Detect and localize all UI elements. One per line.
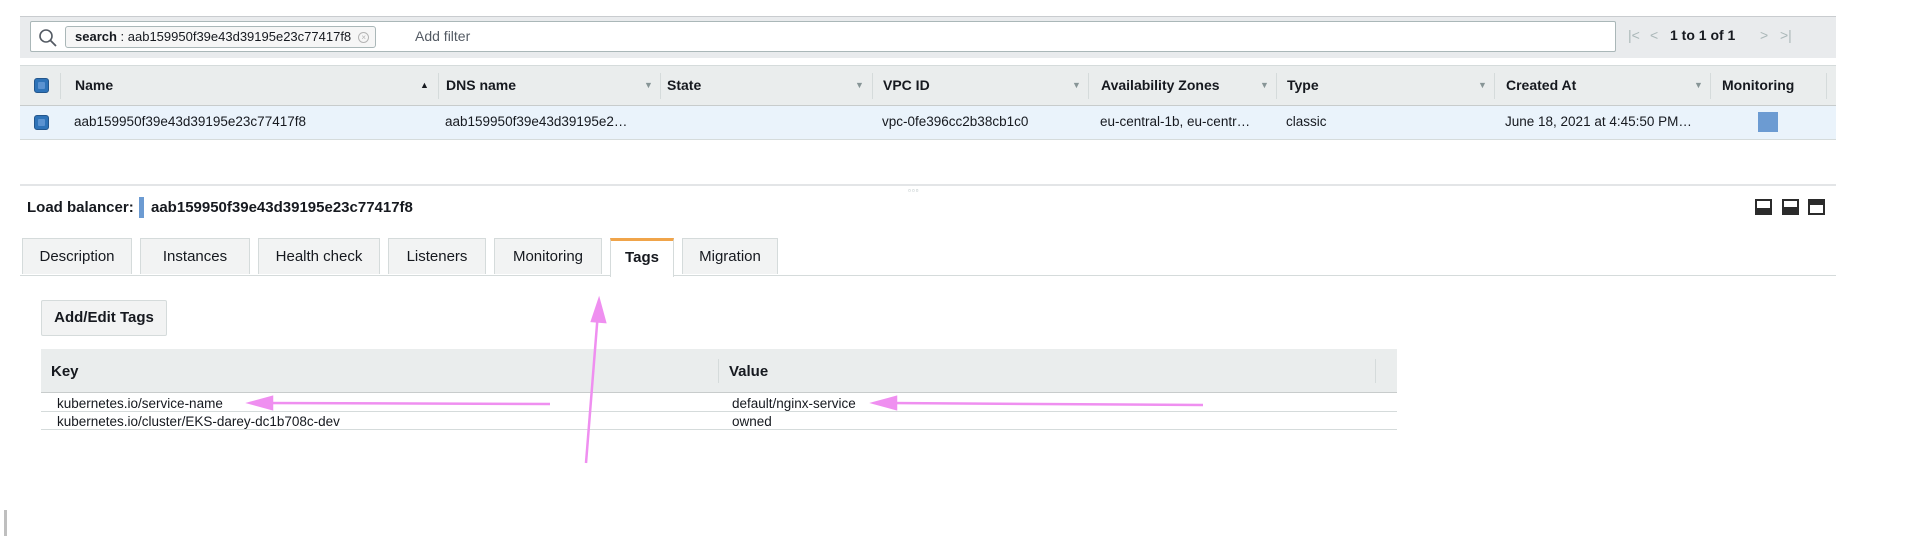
load-balancer-name: aab159950f39e43d39195e23c77417f8 [151,199,413,216]
table-row: kubernetes.io/cluster/EKS-darey-dc1b708c… [41,413,1397,430]
column-header-vpc-id[interactable]: VPC ID [883,77,930,93]
add-filter-placeholder[interactable]: Add filter [415,28,470,44]
scroll-indicator[interactable] [4,510,7,536]
cell-availability-zones: eu-central-1b, eu-centr… [1100,114,1251,129]
column-header-state[interactable]: State [667,77,701,93]
arrow-head [590,295,607,324]
cell-dns-name: aab159950f39e43d39195e2… [445,114,628,129]
pagination: |< < 1 to 1 of 1 > >| [1628,24,1828,50]
tags-table-header: Key Value [41,349,1397,393]
sort-ascending-icon[interactable]: ▲ [420,80,429,90]
column-separator [660,73,661,99]
tab-listeners[interactable]: Listeners [388,238,486,274]
tag-key: kubernetes.io/cluster/EKS-darey-dc1b708c… [57,414,340,429]
sort-icon[interactable]: ▼ [1478,80,1487,90]
first-page-icon[interactable]: |< [1628,27,1640,43]
column-separator [1710,73,1711,99]
column-separator [872,73,873,99]
table-row: kubernetes.io/service-name default/nginx… [41,395,1397,412]
row-checkbox[interactable] [34,115,49,130]
sort-icon[interactable]: ▼ [1260,80,1269,90]
previous-page-icon[interactable]: < [1650,27,1658,43]
tab-monitoring[interactable]: Monitoring [494,238,602,274]
sort-icon[interactable]: ▼ [1072,80,1081,90]
search-filter-token[interactable]: search : aab159950f39e43d39195e23c77417f… [65,26,377,48]
column-separator [718,359,719,383]
tab-instances[interactable]: Instances [140,238,250,274]
tab-description[interactable]: Description [22,238,132,274]
column-header-value[interactable]: Value [729,363,768,380]
close-icon[interactable]: × [358,32,370,43]
search-token-key: search [75,29,117,44]
tag-key: kubernetes.io/service-name [57,396,223,411]
sort-icon[interactable]: ▼ [644,80,653,90]
pagination-text: 1 to 1 of 1 [1670,27,1736,43]
column-separator [60,73,61,99]
column-header-key[interactable]: Key [51,363,79,380]
column-header-type[interactable]: Type [1287,77,1319,93]
cell-vpc-id: vpc-0fe396cc2b38cb1c0 [882,114,1029,129]
monitoring-graph-icon[interactable] [1758,112,1778,132]
sort-icon[interactable]: ▼ [855,80,864,90]
next-page-icon[interactable]: > [1760,27,1768,43]
drag-handle-icon[interactable]: ▫▫▫ [908,186,920,195]
pane-splitter[interactable] [20,184,1836,186]
left-edge [0,0,8,536]
column-separator [1494,73,1495,99]
column-header-created-at[interactable]: Created At [1506,77,1576,93]
search-input[interactable]: search : aab159950f39e43d39195e23c77417f… [30,21,1616,52]
tab-migration[interactable]: Migration [682,238,778,274]
search-icon [39,29,57,47]
load-balancer-label: Load balancer: [27,199,134,216]
layout-bottom-icon[interactable] [1755,199,1772,215]
sort-icon[interactable]: ▼ [1694,80,1703,90]
tag-value: default/nginx-service [732,396,856,411]
layout-top-icon[interactable] [1808,199,1825,215]
search-token-value: aab159950f39e43d39195e23c77417f8 [127,29,352,44]
column-header-name[interactable]: Name [75,77,113,93]
column-separator [1826,73,1827,99]
column-header-availability-zones[interactable]: Availability Zones [1101,77,1220,93]
column-header-monitoring[interactable]: Monitoring [1722,77,1794,93]
table-row[interactable]: aab159950f39e43d39195e23c77417f8 aab1599… [20,106,1836,140]
selection-color-marker [139,197,144,218]
layout-half-icon[interactable] [1782,199,1799,215]
column-separator [438,73,439,99]
column-separator [1375,359,1376,383]
detail-tabs: Description Instances Health check Liste… [20,238,1836,277]
last-page-icon[interactable]: >| [1780,27,1792,43]
column-separator [1276,73,1277,99]
tag-value: owned [732,414,772,429]
tab-tags[interactable]: Tags [610,238,674,277]
cell-type: classic [1286,114,1327,129]
table-header: Name ▲ DNS name ▼ State ▼ VPC ID ▼ Avail… [20,65,1836,106]
column-separator [1088,73,1089,99]
search-token-colon: : [116,29,128,44]
add-edit-tags-button[interactable]: Add/Edit Tags [41,300,167,336]
tab-health-check[interactable]: Health check [258,238,380,274]
cell-created-at: June 18, 2021 at 4:45:50 PM… [1505,114,1692,129]
select-all-checkbox[interactable] [34,78,49,93]
column-header-dns-name[interactable]: DNS name [446,77,516,93]
cell-name: aab159950f39e43d39195e23c77417f8 [74,114,306,129]
